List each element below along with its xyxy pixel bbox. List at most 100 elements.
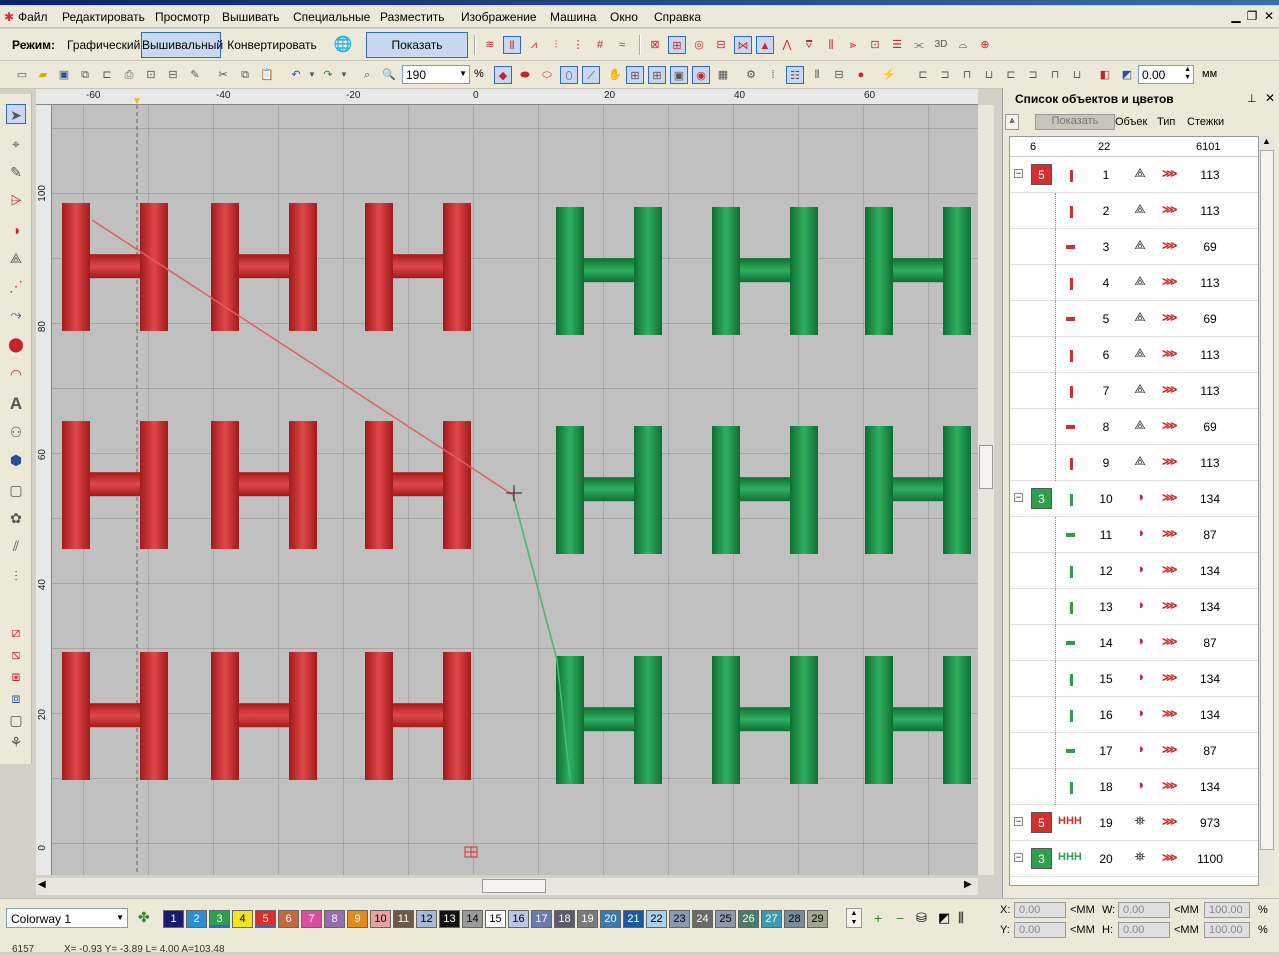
h-right-column[interactable] bbox=[140, 652, 168, 780]
satin-stitch-icon[interactable]: ⦀ bbox=[503, 36, 521, 54]
h-crossbar[interactable] bbox=[235, 472, 293, 497]
fill-stitch-icon[interactable]: ≋ bbox=[481, 36, 499, 54]
align-b-icon[interactable]: ⊐ bbox=[936, 66, 954, 84]
color-swatch-15[interactable]: 15 bbox=[485, 910, 506, 928]
stitch-b-icon[interactable]: ⧅ bbox=[6, 644, 26, 664]
palette-icon[interactable]: ▦ bbox=[714, 66, 732, 84]
dots-icon[interactable]: ⁞ bbox=[764, 66, 782, 84]
object-row[interactable]: 9 ⟁ ⋙ 113 bbox=[1010, 445, 1258, 481]
align-e-icon[interactable]: ⊏ bbox=[1002, 66, 1020, 84]
scroll-right-icon[interactable]: ▶ bbox=[964, 879, 972, 890]
3d-icon[interactable]: 3D bbox=[932, 36, 950, 54]
h-left-column[interactable] bbox=[211, 203, 239, 331]
color-swatch[interactable]: 3 bbox=[1031, 488, 1052, 509]
pen-icon[interactable]: ✎ bbox=[6, 162, 26, 182]
tool-h-icon[interactable]: ⩢ bbox=[800, 36, 818, 54]
align-f-icon[interactable]: ⊐ bbox=[1024, 66, 1042, 84]
color-swatch-28[interactable]: 28 bbox=[784, 910, 805, 928]
palette-editor-icon[interactable]: ✤ bbox=[138, 909, 150, 926]
h-left-column[interactable] bbox=[211, 652, 239, 780]
tool-f-icon[interactable]: ▲ bbox=[756, 36, 774, 54]
shape-b-icon[interactable]: ⬬ bbox=[516, 66, 534, 84]
h-percent-field[interactable]: 100.00 bbox=[1204, 922, 1250, 938]
expand-collapse-icon[interactable]: − bbox=[1014, 817, 1023, 826]
expand-collapse-icon[interactable]: − bbox=[1014, 169, 1023, 178]
align-g-icon[interactable]: ⊓ bbox=[1046, 66, 1064, 84]
color-swatch-2[interactable]: 2 bbox=[186, 910, 207, 928]
color-swatch-13[interactable]: 13 bbox=[439, 910, 460, 928]
tool-e-icon[interactable]: ⋈ bbox=[734, 36, 752, 54]
h-crossbar[interactable] bbox=[86, 254, 144, 279]
object-row[interactable]: 14 ◑ ⋙ 87 bbox=[1010, 625, 1258, 661]
ellipse-fill-icon[interactable]: ⬤ bbox=[6, 334, 26, 354]
stitch-a-icon[interactable]: ⧄ bbox=[6, 622, 26, 642]
align-d-icon[interactable]: ⊔ bbox=[980, 66, 998, 84]
h-crossbar[interactable] bbox=[889, 258, 947, 283]
tool-g-icon[interactable]: ⋀ bbox=[778, 36, 796, 54]
color-swatch-3[interactable]: 3 bbox=[209, 910, 230, 928]
remove-color-icon[interactable]: − bbox=[896, 910, 904, 926]
image-icon[interactable]: ▣ bbox=[670, 66, 688, 84]
thread-chart-icon[interactable]: ⛁ bbox=[916, 910, 927, 926]
h-left-column[interactable] bbox=[365, 203, 393, 331]
h-right-column[interactable] bbox=[943, 656, 971, 784]
cut-icon[interactable]: ✂ bbox=[214, 66, 232, 84]
tool-b-icon[interactable]: ⊞ bbox=[668, 36, 686, 54]
color-swatch-4[interactable]: 4 bbox=[232, 910, 253, 928]
h-right-column[interactable] bbox=[790, 426, 818, 554]
grid-fill-icon[interactable]: # bbox=[591, 36, 609, 54]
tool-d-icon[interactable]: ⊟ bbox=[712, 36, 730, 54]
h-right-column[interactable] bbox=[443, 421, 471, 549]
object-row[interactable]: 3 ⟁ ⋙ 69 bbox=[1010, 229, 1258, 265]
pattern-icon[interactable]: ⫶ bbox=[547, 36, 565, 54]
object-row[interactable]: 7 ⟁ ⋙ 113 bbox=[1010, 373, 1258, 409]
col-header-object[interactable]: Объек bbox=[1115, 116, 1147, 128]
object-row[interactable]: 15 ◑ ⋙ 134 bbox=[1010, 661, 1258, 697]
color-settings-icon[interactable]: ⫼ bbox=[958, 910, 964, 926]
h-crossbar[interactable] bbox=[736, 707, 794, 732]
h-left-column[interactable] bbox=[712, 207, 740, 335]
reshape-icon[interactable]: ⌖ bbox=[6, 134, 26, 154]
add-color-icon[interactable]: + bbox=[874, 910, 882, 926]
stitch-e-icon[interactable]: ▢ bbox=[6, 710, 26, 730]
stitch-d-icon[interactable]: ⧈ bbox=[6, 688, 26, 708]
print-preview-icon[interactable]: ⊡ bbox=[142, 66, 160, 84]
convert-mode-button[interactable]: Конвертировать bbox=[226, 34, 318, 56]
collapse-all-icon[interactable]: ⩓ bbox=[1005, 114, 1019, 130]
arc-icon[interactable]: ◠ bbox=[6, 364, 26, 384]
vertical-scrollbar[interactable] bbox=[978, 105, 994, 875]
h-left-column[interactable] bbox=[365, 421, 393, 549]
new-file-icon[interactable]: ▭ bbox=[13, 66, 31, 84]
open-folder-icon[interactable]: ▰ bbox=[34, 66, 52, 84]
horizontal-scroll-thumb[interactable] bbox=[482, 879, 546, 893]
color-swatch-22[interactable]: 22 bbox=[646, 910, 667, 928]
offset-spinner-icon[interactable]: ▲ ▼ bbox=[1184, 66, 1191, 82]
color-swatch-20[interactable]: 20 bbox=[600, 910, 621, 928]
color-swap-b-icon[interactable]: ◩ bbox=[1118, 66, 1136, 84]
tool-n-icon[interactable]: ⌓ bbox=[954, 36, 972, 54]
color-swatch-10[interactable]: 10 bbox=[370, 910, 391, 928]
h-crossbar[interactable] bbox=[736, 258, 794, 283]
zoom-input[interactable]: 190 ▼ bbox=[402, 65, 470, 84]
h-right-column[interactable] bbox=[289, 203, 317, 331]
record-icon[interactable]: ● bbox=[852, 66, 870, 84]
menu-image[interactable]: Изображение bbox=[461, 10, 537, 24]
h-right-column[interactable] bbox=[289, 421, 317, 549]
stitch-edit-icon[interactable]: ⩥ bbox=[6, 190, 26, 210]
color-swatch-7[interactable]: 7 bbox=[301, 910, 322, 928]
h-left-column[interactable] bbox=[865, 426, 893, 554]
color-swatch-6[interactable]: 6 bbox=[278, 910, 299, 928]
color-swatch-19[interactable]: 19 bbox=[577, 910, 598, 928]
h-left-column[interactable] bbox=[712, 656, 740, 784]
split-icon[interactable]: ⫶ bbox=[6, 566, 26, 586]
h-right-column[interactable] bbox=[790, 656, 818, 784]
h-left-column[interactable] bbox=[556, 656, 584, 784]
color-swatch-11[interactable]: 11 bbox=[393, 910, 414, 928]
print-icon[interactable]: ⎙ bbox=[120, 66, 138, 84]
align-h-icon[interactable]: ⊔ bbox=[1068, 66, 1086, 84]
h-crossbar[interactable] bbox=[889, 477, 947, 502]
color-swatch-23[interactable]: 23 bbox=[669, 910, 690, 928]
color-swatch[interactable]: 5 bbox=[1031, 164, 1052, 185]
h-left-column[interactable] bbox=[712, 426, 740, 554]
y-field[interactable]: 0.00 bbox=[1014, 922, 1066, 938]
